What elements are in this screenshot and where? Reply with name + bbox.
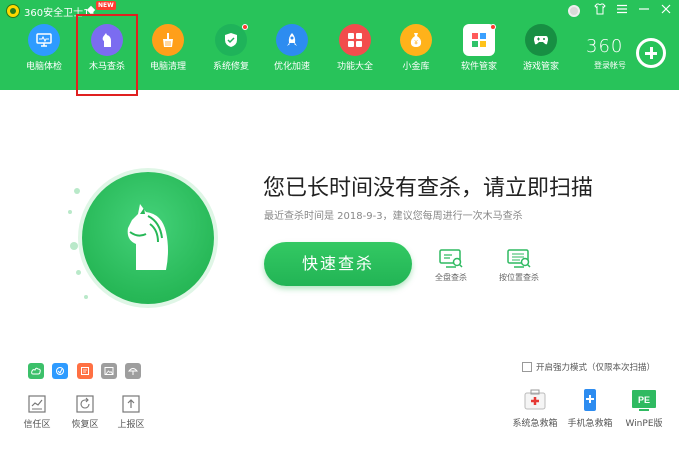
nav-label: 电脑清理 [149, 62, 186, 72]
last-scan-info: 最近查杀时间是 2018-9-3，建议您每周进行一次木马查杀 [264, 211, 523, 222]
restore-zone-link[interactable]: 恢复区 [65, 395, 105, 430]
umbrella-tool-icon[interactable] [125, 363, 141, 379]
image-tool-icon[interactable] [101, 363, 117, 379]
nav-label: 功能大全 [336, 62, 373, 72]
cloud-tool-icon[interactable] [28, 363, 44, 379]
scan-headline: 您已长时间没有查杀，请立即扫描 [263, 176, 594, 201]
scan-status-graphic [64, 150, 234, 320]
restore-zone-icon [76, 395, 94, 413]
nav-label: 优化加速 [273, 62, 310, 72]
force-mode-checkbox[interactable]: 开启强力模式（仅限本次扫描） [522, 361, 655, 373]
login-button[interactable] [636, 38, 666, 68]
trust-zone-icon [28, 395, 46, 413]
menu-icon[interactable] [614, 3, 630, 19]
nav-label: 系统修复 [212, 62, 249, 72]
minimize-icon[interactable] [636, 3, 652, 19]
gamepad-icon [525, 24, 557, 56]
first-aid-kit-icon [524, 389, 546, 410]
trust-zone-link[interactable]: 信任区 [17, 395, 57, 430]
refresh-tool-icon[interactable] [52, 363, 68, 379]
medal-icon[interactable] [566, 3, 582, 19]
trust-zone-label: 信任区 [23, 420, 51, 430]
close-icon[interactable] [658, 3, 674, 19]
upload-icon [122, 395, 140, 413]
monitor-icon [28, 24, 60, 56]
winpe-label: WinPE版 [625, 419, 663, 429]
notification-dot [490, 24, 496, 30]
quick-scan-button[interactable]: 快速查杀 [264, 242, 412, 286]
nav-label: 软件管家 [460, 62, 497, 72]
login-label[interactable]: 登录帐号 [594, 60, 626, 71]
custom-scan-button[interactable]: 按位置查杀 [489, 248, 549, 283]
brand-logo: 360 [586, 36, 624, 57]
winpe-button[interactable]: PE WinPE版 [612, 388, 676, 429]
nav-item-vault[interactable]: ¥ 小金库 [391, 24, 441, 76]
winpe-badge-text: PE [638, 395, 650, 405]
skin-icon[interactable] [592, 3, 608, 19]
nav-item-cleanup[interactable]: 电脑清理 [143, 24, 193, 76]
top-toolbar: 360安全卫士11 NEW 电脑体检 木马查杀 电脑清理 系统修复 优化加速 功… [0, 0, 679, 96]
new-badge: NEW [96, 1, 116, 10]
nav-item-games[interactable]: 游戏管家 [516, 24, 566, 76]
winpe-icon: PE [632, 390, 656, 411]
app-logo-icon [6, 4, 20, 18]
nav-item-repair[interactable]: 系统修复 [206, 24, 256, 76]
nav-item-features[interactable]: 功能大全 [330, 24, 380, 76]
notification-dot [242, 24, 248, 30]
nav-label: 小金库 [402, 62, 430, 72]
report-zone-label: 上报区 [117, 420, 145, 430]
nav-label: 电脑体检 [25, 62, 62, 72]
nav-item-checkup[interactable]: 电脑体检 [19, 24, 69, 76]
restore-zone-label: 恢复区 [71, 420, 99, 430]
location-scan-icon [507, 249, 531, 268]
horse-emblem[interactable] [82, 172, 214, 304]
full-disk-scan-icon [439, 249, 463, 268]
rocket-icon [276, 24, 308, 56]
coin-bag-icon: ¥ [400, 24, 432, 56]
nav-item-speedup[interactable]: 优化加速 [267, 24, 317, 76]
force-mode-label: 开启强力模式（仅限本次扫描） [536, 363, 656, 373]
apps-icon [463, 24, 496, 56]
mobile-rescue-icon [584, 389, 596, 411]
document-tool-icon[interactable] [77, 363, 93, 379]
horse-icon [127, 204, 168, 270]
nav-item-software[interactable]: 软件管家 [454, 24, 504, 76]
grid-icon [339, 24, 371, 56]
checkbox-box[interactable] [522, 362, 532, 372]
shield-icon [215, 24, 248, 56]
full-scan-label: 全盘查杀 [435, 273, 467, 282]
full-scan-button[interactable]: 全盘查杀 [421, 248, 481, 283]
report-zone-link[interactable]: 上报区 [111, 395, 151, 430]
custom-scan-label: 按位置查杀 [499, 273, 539, 282]
broom-icon [152, 24, 184, 56]
selection-highlight [76, 14, 138, 96]
nav-label: 游戏管家 [522, 62, 559, 72]
